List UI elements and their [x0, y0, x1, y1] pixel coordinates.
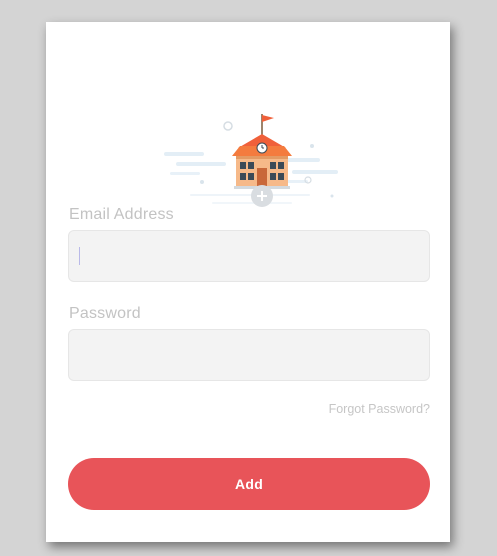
password-label: Password	[69, 305, 141, 322]
login-card: Email Address Password Forgot Password? …	[46, 22, 450, 542]
school-building-icon	[232, 134, 292, 189]
add-button[interactable]: Add	[68, 458, 430, 510]
email-field[interactable]	[68, 230, 430, 282]
text-caret	[79, 247, 80, 265]
flag	[261, 114, 274, 136]
email-label: Email Address	[69, 206, 174, 223]
forgot-password-link[interactable]: Forgot Password?	[329, 402, 430, 416]
school-illustration	[164, 114, 338, 207]
plus-icon[interactable]	[251, 185, 273, 207]
password-field[interactable]	[68, 329, 430, 381]
